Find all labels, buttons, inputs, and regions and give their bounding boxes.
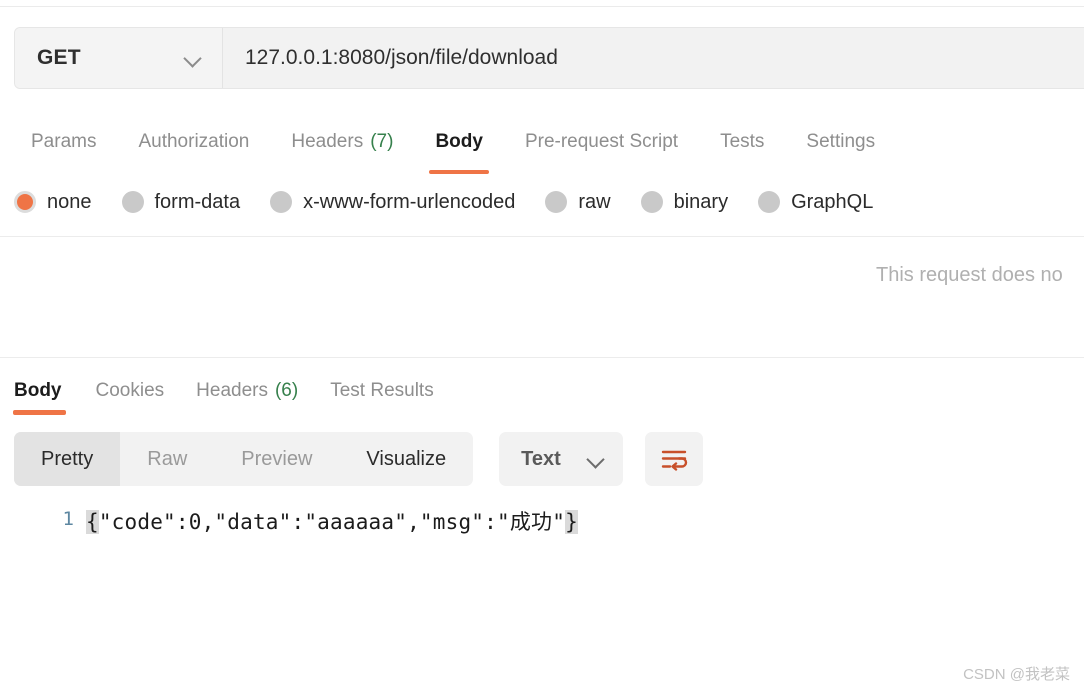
response-tabs: Body Cookies Headers (6) Test Results: [12, 371, 450, 415]
tab-authorization-label: Authorization: [138, 131, 250, 152]
tab-body-label: Body: [435, 131, 483, 152]
empty-body-message: This request does no: [876, 264, 1063, 286]
response-format-value: Text: [521, 447, 561, 470]
tab-headers[interactable]: Headers (7): [270, 120, 414, 164]
postman-request-response-pane: GET 127.0.0.1:8080/json/file/download Pa…: [0, 0, 1084, 692]
request-section-divider: [0, 236, 1084, 237]
view-mode-pretty[interactable]: Pretty: [14, 432, 121, 486]
view-mode-raw[interactable]: Raw: [120, 432, 214, 486]
http-method-select[interactable]: GET: [15, 28, 223, 88]
response-body-line[interactable]: {"code":0,"data":"aaaaaa","msg":"成功"}: [86, 504, 578, 536]
chevron-down-icon: [587, 450, 605, 468]
response-body-code-area: 1 {"code":0,"data":"aaaaaa","msg":"成功"}: [0, 504, 1084, 554]
radio-unselected-icon: [640, 191, 663, 213]
tab-pre-request-script-label: Pre-request Script: [524, 131, 679, 152]
url-input[interactable]: 127.0.0.1:8080/json/file/download: [223, 28, 1084, 88]
response-format-select[interactable]: Text: [499, 432, 624, 486]
response-viewer-toolbar: Pretty Raw Preview Visualize Text: [14, 432, 704, 486]
radio-binary-label: binary: [673, 190, 729, 213]
word-wrap-button[interactable]: [645, 432, 704, 486]
radio-graphql-label: GraphQL: [791, 190, 874, 213]
view-mode-pretty-label: Pretty: [41, 447, 94, 470]
radio-none-label: none: [47, 190, 92, 213]
radio-unselected-icon: [270, 191, 293, 213]
view-mode-visualize-label: Visualize: [366, 447, 447, 470]
close-brace: }: [565, 510, 578, 534]
line-number: 1: [62, 508, 74, 530]
top-divider: [0, 6, 1084, 7]
tab-params[interactable]: Params: [14, 120, 117, 164]
radio-raw[interactable]: raw: [545, 190, 611, 214]
view-mode-raw-label: Raw: [147, 447, 188, 470]
response-tab-test-results-label: Test Results: [330, 380, 434, 401]
body-type-radio-group: none form-data x-www-form-urlencoded raw…: [14, 184, 903, 220]
radio-unselected-icon: [545, 191, 568, 213]
tab-settings[interactable]: Settings: [785, 120, 896, 164]
view-mode-preview-label: Preview: [241, 447, 313, 470]
tab-tests-label: Tests: [720, 131, 765, 152]
tab-pre-request-script[interactable]: Pre-request Script: [504, 120, 699, 164]
radio-selected-icon: [14, 191, 36, 213]
tab-params-label: Params: [31, 131, 97, 152]
tab-body[interactable]: Body: [414, 120, 504, 174]
tab-tests[interactable]: Tests: [699, 120, 785, 164]
radio-x-www-form-urlencoded[interactable]: x-www-form-urlencoded: [270, 191, 515, 214]
radio-none[interactable]: none: [14, 191, 92, 214]
open-brace: {: [86, 510, 99, 534]
response-section-divider: [0, 357, 1084, 358]
radio-raw-label: raw: [578, 190, 611, 213]
radio-binary[interactable]: binary: [640, 190, 729, 214]
tab-headers-label: Headers: [291, 131, 364, 152]
radio-unselected-icon: [758, 191, 781, 213]
http-method-label: GET: [37, 46, 81, 69]
response-tab-headers[interactable]: Headers (6): [180, 371, 314, 411]
request-url-bar: GET 127.0.0.1:8080/json/file/download: [14, 27, 1084, 89]
request-tabs: Params Authorization Headers (7) Body Pr…: [14, 120, 896, 174]
watermark: CSDN @我老菜: [963, 666, 1070, 683]
response-tab-headers-count: (6): [274, 380, 299, 401]
response-body-content: "code":0,"data":"aaaaaa","msg":"成功": [98, 510, 566, 534]
response-tab-headers-label: Headers: [196, 380, 268, 401]
radio-graphql[interactable]: GraphQL: [758, 191, 873, 214]
response-tab-body-label: Body: [14, 380, 62, 401]
radio-x-www-form-urlencoded-label: x-www-form-urlencoded: [303, 190, 516, 213]
tab-authorization[interactable]: Authorization: [117, 120, 270, 164]
radio-form-data[interactable]: form-data: [121, 190, 241, 214]
response-tab-body[interactable]: Body: [12, 371, 80, 415]
word-wrap-icon: [661, 450, 688, 471]
radio-unselected-icon: [121, 191, 144, 213]
response-tab-cookies[interactable]: Cookies: [80, 371, 181, 411]
tab-headers-count: (7): [370, 131, 394, 152]
response-tab-test-results[interactable]: Test Results: [314, 371, 449, 411]
chevron-down-icon: [184, 49, 202, 67]
tab-settings-label: Settings: [806, 131, 876, 152]
view-mode-preview[interactable]: Preview: [214, 432, 339, 486]
response-tab-cookies-label: Cookies: [95, 380, 165, 401]
view-mode-visualize[interactable]: Visualize: [339, 432, 473, 486]
radio-form-data-label: form-data: [154, 190, 241, 213]
response-view-mode-group: Pretty Raw Preview Visualize: [14, 432, 474, 486]
